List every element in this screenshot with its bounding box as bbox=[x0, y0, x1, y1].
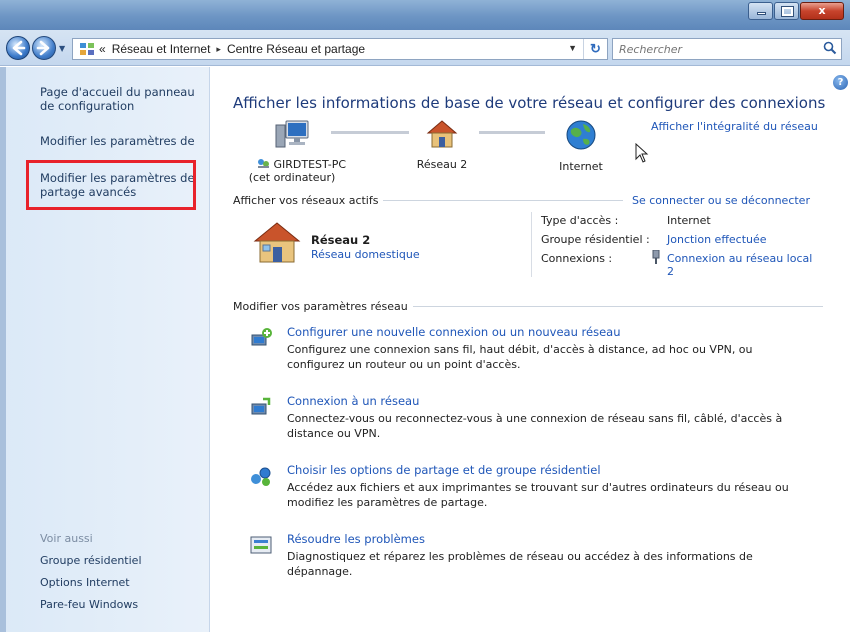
sharing-options-icon bbox=[251, 467, 271, 486]
search-box[interactable] bbox=[612, 38, 842, 60]
back-button[interactable] bbox=[6, 36, 30, 60]
maximize-button[interactable] bbox=[774, 2, 799, 20]
task-description: Connectez-vous ou reconnectez-vous à une… bbox=[287, 412, 783, 440]
task-link[interactable]: Configurer une nouvelle connexion ou un … bbox=[287, 325, 620, 339]
breadcrumb-overflow[interactable]: « bbox=[99, 42, 106, 56]
computer-name: GIRDTEST-PC bbox=[273, 158, 347, 171]
connect-network-icon bbox=[251, 397, 271, 415]
sidebar-link-adapter-settings[interactable]: Modifier les paramètres de la carte bbox=[40, 134, 202, 150]
forward-arrow-icon bbox=[36, 40, 50, 56]
sidebar: Page d'accueil du panneau de configurati… bbox=[0, 67, 210, 632]
section-divider bbox=[412, 306, 823, 307]
active-network-name: Réseau 2 bbox=[311, 233, 371, 247]
address-bar[interactable]: « Réseau et Internet ▸ Centre Réseau et … bbox=[72, 38, 608, 60]
title-bar: x bbox=[0, 0, 850, 30]
search-icon[interactable] bbox=[823, 41, 837, 55]
map-node-network[interactable]: Réseau 2 bbox=[407, 119, 477, 171]
task-link[interactable]: Choisir les options de partage et de gro… bbox=[287, 463, 601, 477]
help-icon[interactable]: ? bbox=[833, 75, 848, 90]
see-also-windows-firewall[interactable]: Pare-feu Windows bbox=[40, 598, 138, 611]
control-panel-icon bbox=[79, 42, 95, 56]
change-settings-heading: Modifier vos paramètres réseau bbox=[233, 300, 823, 313]
network-user-icon bbox=[258, 159, 269, 168]
cursor-icon bbox=[635, 143, 649, 163]
active-networks-heading-text: Afficher vos réseaux actifs bbox=[233, 194, 379, 207]
navigation-bar: ▼ « Réseau et Internet ▸ Centre Réseau e… bbox=[0, 30, 850, 66]
globe-icon bbox=[566, 120, 596, 150]
task-description: Diagnostiquez et réparez les problèmes d… bbox=[287, 550, 753, 578]
task-troubleshoot: Résoudre les problèmes Diagnostiquez et … bbox=[233, 532, 823, 578]
local-connection-link[interactable]: Connexion au réseau local 2 bbox=[667, 252, 817, 278]
refresh-button[interactable]: ↻ bbox=[583, 39, 607, 59]
caption-buttons: x bbox=[747, 2, 844, 20]
window: x ▼ « Réseau et Internet ▸ Centre Réseau… bbox=[0, 0, 850, 632]
task-new-connection: Configurer une nouvelle connexion ou un … bbox=[233, 325, 823, 375]
task-link[interactable]: Connexion à un réseau bbox=[287, 394, 419, 408]
back-arrow-icon bbox=[12, 40, 26, 56]
close-icon: x bbox=[818, 4, 826, 17]
sidebar-edge bbox=[0, 67, 6, 632]
forward-button[interactable] bbox=[32, 36, 56, 60]
task-connect-network: Connexion à un réseau Connectez-vous ou … bbox=[233, 394, 823, 444]
search-input[interactable] bbox=[613, 39, 813, 59]
close-button[interactable]: x bbox=[800, 2, 844, 20]
change-settings-heading-text: Modifier vos paramètres réseau bbox=[233, 300, 408, 313]
recent-pages-dropdown[interactable]: ▼ bbox=[59, 44, 65, 53]
see-also-homegroup[interactable]: Groupe résidentiel bbox=[40, 554, 142, 567]
highlight-box bbox=[26, 160, 196, 210]
page-title: Afficher les informations de base de vot… bbox=[233, 94, 826, 112]
address-dropdown-icon[interactable]: ▼ bbox=[568, 43, 577, 53]
task-link[interactable]: Résoudre les problèmes bbox=[287, 532, 425, 546]
see-also-heading: Voir aussi bbox=[40, 532, 93, 545]
map-node-computer[interactable]: GIRDTEST-PC (cet ordinateur) bbox=[247, 117, 346, 184]
active-network-divider bbox=[531, 212, 532, 277]
access-type-label: Type d'accès : bbox=[541, 214, 619, 227]
task-description: Configurez une connexion sans fil, haut … bbox=[287, 343, 753, 371]
task-sharing-options: Choisir les options de partage et de gro… bbox=[233, 463, 823, 513]
see-also-internet-options[interactable]: Options Internet bbox=[40, 576, 130, 589]
homegroup-link[interactable]: Jonction effectuée bbox=[667, 233, 767, 246]
breadcrumb-network-center[interactable]: Centre Réseau et partage bbox=[227, 42, 365, 56]
section-divider bbox=[383, 200, 624, 201]
home-network-icon[interactable] bbox=[251, 219, 303, 265]
minimize-button[interactable] bbox=[748, 2, 773, 20]
connect-disconnect-link[interactable]: Se connecter ou se déconnecter bbox=[632, 194, 810, 207]
task-description: Accédez aux fichiers et aux imprimantes … bbox=[287, 481, 789, 509]
breadcrumb-network-internet[interactable]: Réseau et Internet bbox=[112, 42, 211, 56]
computer-icon bbox=[275, 120, 309, 148]
full-map-link[interactable]: Afficher l'intégralité du réseau bbox=[651, 120, 818, 133]
connections-label: Connexions : bbox=[541, 252, 613, 265]
network-type-link[interactable]: Réseau domestique bbox=[311, 248, 420, 261]
map-connector bbox=[479, 131, 545, 134]
ethernet-icon bbox=[652, 250, 660, 264]
maximize-icon bbox=[781, 6, 794, 17]
sidebar-link-control-panel-home[interactable]: Page d'accueil du panneau de configurati… bbox=[40, 85, 202, 113]
map-connector bbox=[331, 131, 409, 134]
house-icon bbox=[426, 120, 458, 148]
minimize-icon bbox=[757, 12, 766, 15]
map-internet-label: Internet bbox=[559, 160, 603, 173]
new-connection-icon bbox=[251, 328, 272, 346]
active-networks-heading: Afficher vos réseaux actifs bbox=[233, 194, 624, 207]
breadcrumb-separator-icon[interactable]: ▸ bbox=[216, 44, 221, 55]
map-network-name: Réseau 2 bbox=[416, 158, 468, 171]
map-node-internet[interactable]: Internet bbox=[551, 119, 611, 173]
access-type-value: Internet bbox=[667, 214, 711, 227]
computer-sub: (cet ordinateur) bbox=[248, 171, 336, 184]
main-content: ? Afficher les informations de base de v… bbox=[211, 67, 850, 632]
troubleshoot-icon bbox=[250, 536, 272, 554]
homegroup-label: Groupe résidentiel : bbox=[541, 233, 650, 246]
